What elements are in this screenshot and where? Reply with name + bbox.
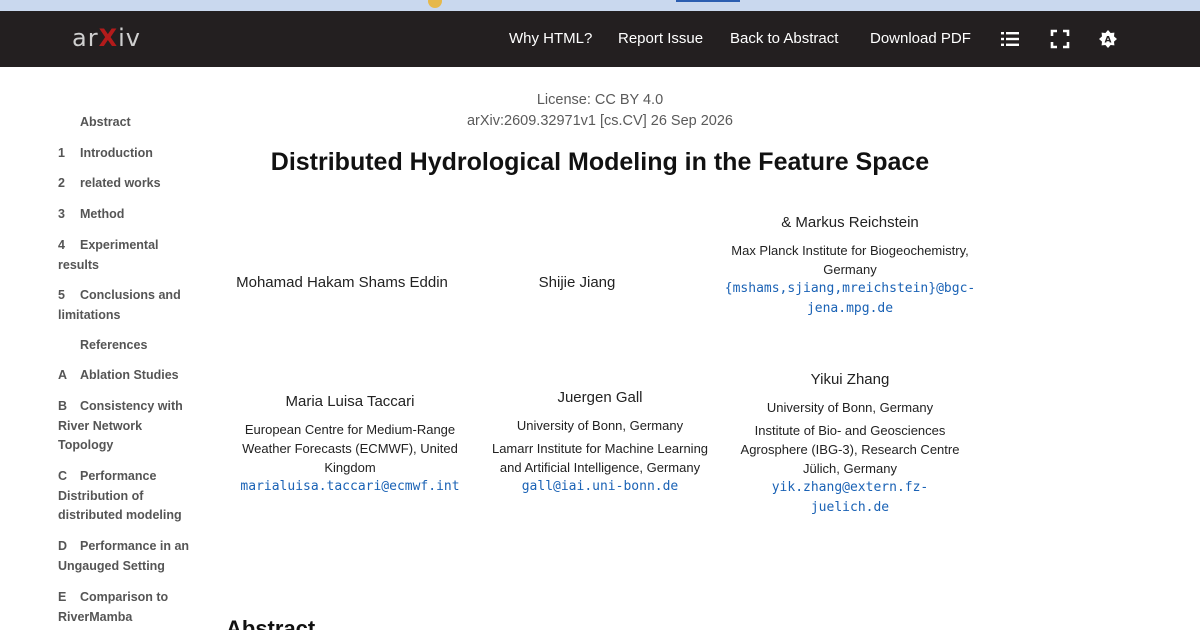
author-affiliation: Max Planck Institute for Biogeochemistry… bbox=[731, 243, 969, 277]
theme-icon[interactable]: A bbox=[1098, 29, 1118, 49]
toc-item-conclusions[interactable]: 5 Conclusions and limitations bbox=[58, 286, 198, 325]
paper-title: Distributed Hydrological Modeling in the… bbox=[270, 148, 930, 176]
author-reichstein: & Markus Reichstein Max Planck Institute… bbox=[690, 213, 1010, 319]
author-affiliation-1: University of Bonn, Germany bbox=[516, 418, 684, 433]
toc-item-abstract[interactable]: Abstract bbox=[58, 113, 198, 133]
arxiv-logo[interactable]: arXiv bbox=[72, 24, 141, 52]
author-affiliation-2: Lamarr Institute for Machine Learning an… bbox=[491, 441, 709, 475]
author-affiliation-2: Institute of Bio- and Geosciences Agrosp… bbox=[740, 423, 960, 476]
logo-part-x: X bbox=[98, 24, 119, 52]
report-issue-link[interactable]: Report Issue bbox=[618, 30, 703, 47]
author-name: & Markus Reichstein bbox=[781, 214, 919, 231]
author-affiliation: European Centre for Medium-Range Weather… bbox=[242, 422, 458, 475]
logo-part-ar: ar bbox=[72, 24, 99, 52]
top-navbar: arXiv Why HTML? Report Issue Back to Abs… bbox=[0, 11, 1200, 67]
author-name: Yikui Zhang bbox=[810, 371, 890, 388]
author-taccari: Maria Luisa Taccari European Centre for … bbox=[225, 392, 475, 497]
fullscreen-icon[interactable] bbox=[1050, 29, 1070, 49]
author-eddin: Mohamad Hakam Shams Eddin bbox=[222, 273, 462, 293]
toc-item-ungauged-setting[interactable]: D Performance in an Ungauged Setting bbox=[58, 537, 198, 576]
toc-item-method[interactable]: 3 Method bbox=[58, 205, 198, 225]
author-gall: Juergen Gall University of Bonn, Germany… bbox=[470, 388, 730, 497]
list-icon[interactable] bbox=[1000, 29, 1020, 49]
logo-part-iv: iv bbox=[118, 24, 141, 52]
toc-item-introduction[interactable]: 1 Introduction bbox=[58, 144, 198, 164]
toc-item-rivermamba[interactable]: E Comparison to RiverMamba bbox=[58, 588, 198, 627]
notice-icon bbox=[428, 0, 442, 8]
author-email[interactable]: marialuisa.taccari@ecmwf.int bbox=[225, 477, 475, 497]
toc-item-consistency[interactable]: B Consistency with River Network Topology bbox=[58, 397, 198, 456]
author-affiliation-1: University of Bonn, Germany bbox=[766, 400, 934, 415]
why-html-link[interactable]: Why HTML? bbox=[509, 30, 592, 47]
toc-item-related-works[interactable]: 2 related works bbox=[58, 174, 198, 194]
author-email[interactable]: {mshams,sjiang,mreichstein}@bgc- jena.mp… bbox=[690, 279, 1010, 319]
toc-item-references[interactable]: References bbox=[58, 336, 198, 356]
author-name: Shijie Jiang bbox=[538, 274, 616, 291]
browser-top-strip bbox=[0, 0, 1200, 11]
license-line: License: CC BY 4.0 bbox=[536, 92, 664, 108]
back-to-abstract-link[interactable]: Back to Abstract bbox=[730, 30, 838, 47]
author-name: Juergen Gall bbox=[557, 389, 643, 406]
toc-item-performance-distribution[interactable]: C Performance Distribution of distributed… bbox=[58, 467, 198, 526]
banner-link[interactable] bbox=[676, 0, 740, 2]
toc-item-ablation-studies[interactable]: A Ablation Studies bbox=[58, 366, 198, 386]
arxiv-id-line: arXiv:2609.32971v1 [cs.CV] 26 Sep 2026 bbox=[466, 113, 733, 129]
author-email[interactable]: gall@iai.uni-bonn.de bbox=[470, 477, 730, 497]
author-jiang: Shijie Jiang bbox=[497, 273, 657, 293]
author-email[interactable]: yik.zhang@extern.fz- juelich.de bbox=[720, 478, 980, 518]
abstract-heading: Abstract bbox=[226, 616, 316, 630]
author-zhang: Yikui Zhang University of Bonn, Germany … bbox=[720, 370, 980, 518]
svg-text:A: A bbox=[1105, 36, 1112, 46]
download-pdf-link[interactable]: Download PDF bbox=[870, 30, 971, 47]
author-name: Mohamad Hakam Shams Eddin bbox=[236, 274, 448, 291]
toc-item-experimental-results[interactable]: 4 Experimental results bbox=[58, 236, 198, 275]
author-name: Maria Luisa Taccari bbox=[285, 393, 415, 410]
